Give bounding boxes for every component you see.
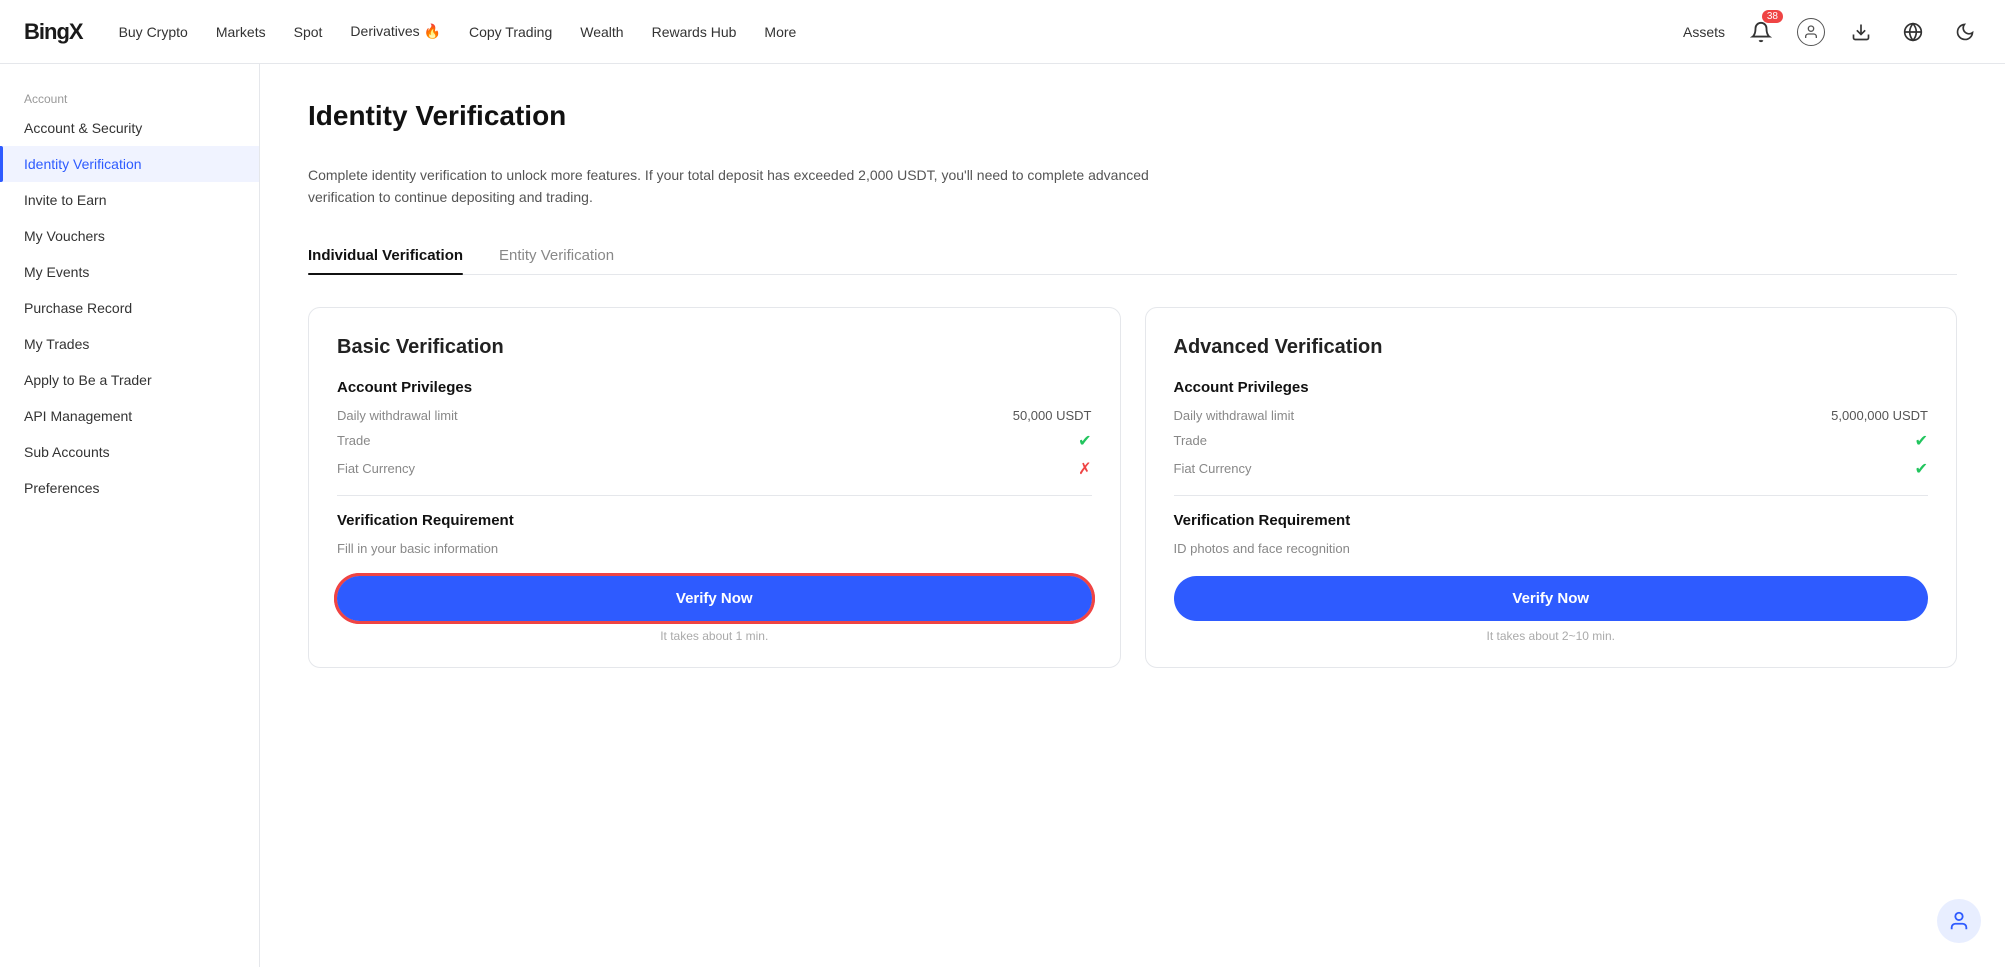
- sidebar-label-purchase-record: Purchase Record: [24, 300, 132, 316]
- nav-wealth[interactable]: Wealth: [580, 24, 623, 40]
- language-button[interactable]: [1897, 16, 1929, 48]
- basic-trade-label: Trade: [337, 433, 370, 448]
- basic-divider: [337, 495, 1092, 496]
- main-content: Identity Verification Complete identity …: [260, 64, 2005, 967]
- advanced-req-text: ID photos and face recognition: [1174, 541, 1929, 556]
- basic-req-text: Fill in your basic information: [337, 541, 1092, 556]
- layout: Account Account & Security Identity Veri…: [0, 64, 2005, 967]
- basic-verification-card: Basic Verification Account Privileges Da…: [308, 307, 1121, 668]
- nav-buy-crypto[interactable]: Buy Crypto: [119, 24, 188, 40]
- sidebar-item-invite-to-earn[interactable]: Invite to Earn: [0, 182, 259, 218]
- advanced-trade-label: Trade: [1174, 433, 1207, 448]
- moon-icon: [1955, 22, 1975, 42]
- sidebar-item-my-vouchers[interactable]: My Vouchers: [0, 218, 259, 254]
- sidebar-label-my-events: My Events: [24, 264, 89, 280]
- download-icon: [1851, 22, 1871, 42]
- sidebar-item-preferences[interactable]: Preferences: [0, 470, 259, 506]
- tab-entity-verification[interactable]: Entity Verification: [499, 237, 614, 274]
- verification-cards: Basic Verification Account Privileges Da…: [308, 307, 1957, 668]
- page-title: Identity Verification: [308, 100, 1957, 132]
- advanced-verification-card: Advanced Verification Account Privileges…: [1145, 307, 1958, 668]
- advanced-trade-row: Trade ✔︎: [1174, 431, 1929, 451]
- nav-markets[interactable]: Markets: [216, 24, 266, 40]
- basic-withdrawal-label: Daily withdrawal limit: [337, 408, 458, 423]
- notification-bell-button[interactable]: 38: [1745, 16, 1777, 48]
- advanced-fiat-row: Fiat Currency ✔︎: [1174, 459, 1929, 479]
- nav-more[interactable]: More: [764, 24, 796, 40]
- advanced-verify-now-button[interactable]: Verify Now: [1174, 576, 1929, 621]
- sidebar-item-purchase-record[interactable]: Purchase Record: [0, 290, 259, 326]
- sidebar-label-my-trades: My Trades: [24, 336, 89, 352]
- profile-button[interactable]: [1797, 18, 1825, 46]
- sidebar-label-my-vouchers: My Vouchers: [24, 228, 105, 244]
- main-nav: Buy Crypto Markets Spot Derivatives 🔥 Co…: [119, 23, 1683, 40]
- advanced-divider: [1174, 495, 1929, 496]
- sidebar-item-identity-verification[interactable]: Identity Verification: [0, 146, 259, 182]
- sidebar-item-account-security[interactable]: Account & Security: [0, 110, 259, 146]
- advanced-card-title: Advanced Verification: [1174, 336, 1929, 359]
- basic-verify-now-button[interactable]: Verify Now: [337, 576, 1092, 621]
- support-chat-button[interactable]: [1937, 899, 1981, 943]
- sidebar-label-apply-trader: Apply to Be a Trader: [24, 372, 152, 388]
- sidebar-label-identity-verification: Identity Verification: [24, 156, 142, 172]
- advanced-time-note: It takes about 2~10 min.: [1174, 629, 1929, 643]
- advanced-withdrawal-label: Daily withdrawal limit: [1174, 408, 1295, 423]
- nav-spot[interactable]: Spot: [294, 24, 323, 40]
- tab-individual-verification[interactable]: Individual Verification: [308, 237, 463, 274]
- support-icon: [1948, 910, 1970, 932]
- basic-fiat-label: Fiat Currency: [337, 461, 415, 476]
- sidebar-item-my-events[interactable]: My Events: [0, 254, 259, 290]
- sidebar-item-api-management[interactable]: API Management: [0, 398, 259, 434]
- advanced-privileges-title: Account Privileges: [1174, 379, 1929, 396]
- advanced-fiat-check-icon: ✔︎: [1915, 459, 1928, 479]
- sidebar-label-preferences: Preferences: [24, 480, 99, 496]
- assets-link[interactable]: Assets: [1683, 24, 1725, 40]
- logo[interactable]: BingX: [24, 19, 83, 45]
- sidebar-item-apply-trader[interactable]: Apply to Be a Trader: [0, 362, 259, 398]
- sidebar-label-invite-to-earn: Invite to Earn: [24, 192, 107, 208]
- sidebar-section-account: Account: [0, 84, 259, 110]
- basic-privileges-title: Account Privileges: [337, 379, 1092, 396]
- sidebar-label-account-security: Account & Security: [24, 120, 142, 136]
- advanced-trade-check-icon: ✔︎: [1915, 431, 1928, 451]
- nav-rewards-hub[interactable]: Rewards Hub: [652, 24, 737, 40]
- bell-icon: [1750, 21, 1772, 43]
- sidebar-label-api-management: API Management: [24, 408, 132, 424]
- basic-fiat-row: Fiat Currency ✗: [337, 459, 1092, 479]
- nav-copy-trading[interactable]: Copy Trading: [469, 24, 552, 40]
- download-button[interactable]: [1845, 16, 1877, 48]
- basic-withdrawal-limit-row: Daily withdrawal limit 50,000 USDT: [337, 408, 1092, 423]
- nav-derivatives[interactable]: Derivatives 🔥: [350, 23, 441, 40]
- theme-toggle-button[interactable]: [1949, 16, 1981, 48]
- basic-trade-row: Trade ✔︎: [337, 431, 1092, 451]
- basic-card-title: Basic Verification: [337, 336, 1092, 359]
- sidebar-item-my-trades[interactable]: My Trades: [0, 326, 259, 362]
- advanced-req-title: Verification Requirement: [1174, 512, 1929, 529]
- sidebar-item-sub-accounts[interactable]: Sub Accounts: [0, 434, 259, 470]
- advanced-withdrawal-limit-row: Daily withdrawal limit 5,000,000 USDT: [1174, 408, 1929, 423]
- header: BingX Buy Crypto Markets Spot Derivative…: [0, 0, 2005, 64]
- basic-req-title: Verification Requirement: [337, 512, 1092, 529]
- basic-verify-btn-wrapper: Verify Now: [337, 576, 1092, 621]
- globe-icon: [1903, 22, 1923, 42]
- sidebar-label-sub-accounts: Sub Accounts: [24, 444, 110, 460]
- notification-badge: 38: [1762, 10, 1783, 23]
- sidebar: Account Account & Security Identity Veri…: [0, 64, 260, 967]
- advanced-fiat-label: Fiat Currency: [1174, 461, 1252, 476]
- profile-icon: [1803, 24, 1819, 40]
- info-text: Complete identity verification to unlock…: [308, 164, 1208, 209]
- basic-time-note: It takes about 1 min.: [337, 629, 1092, 643]
- verification-tabs: Individual Verification Entity Verificat…: [308, 237, 1957, 275]
- basic-withdrawal-value: 50,000 USDT: [1013, 408, 1092, 423]
- basic-fiat-cross-icon: ✗: [1078, 459, 1091, 479]
- basic-trade-check-icon: ✔︎: [1078, 431, 1091, 451]
- header-right: Assets 38: [1683, 16, 1981, 48]
- advanced-withdrawal-value: 5,000,000 USDT: [1831, 408, 1928, 423]
